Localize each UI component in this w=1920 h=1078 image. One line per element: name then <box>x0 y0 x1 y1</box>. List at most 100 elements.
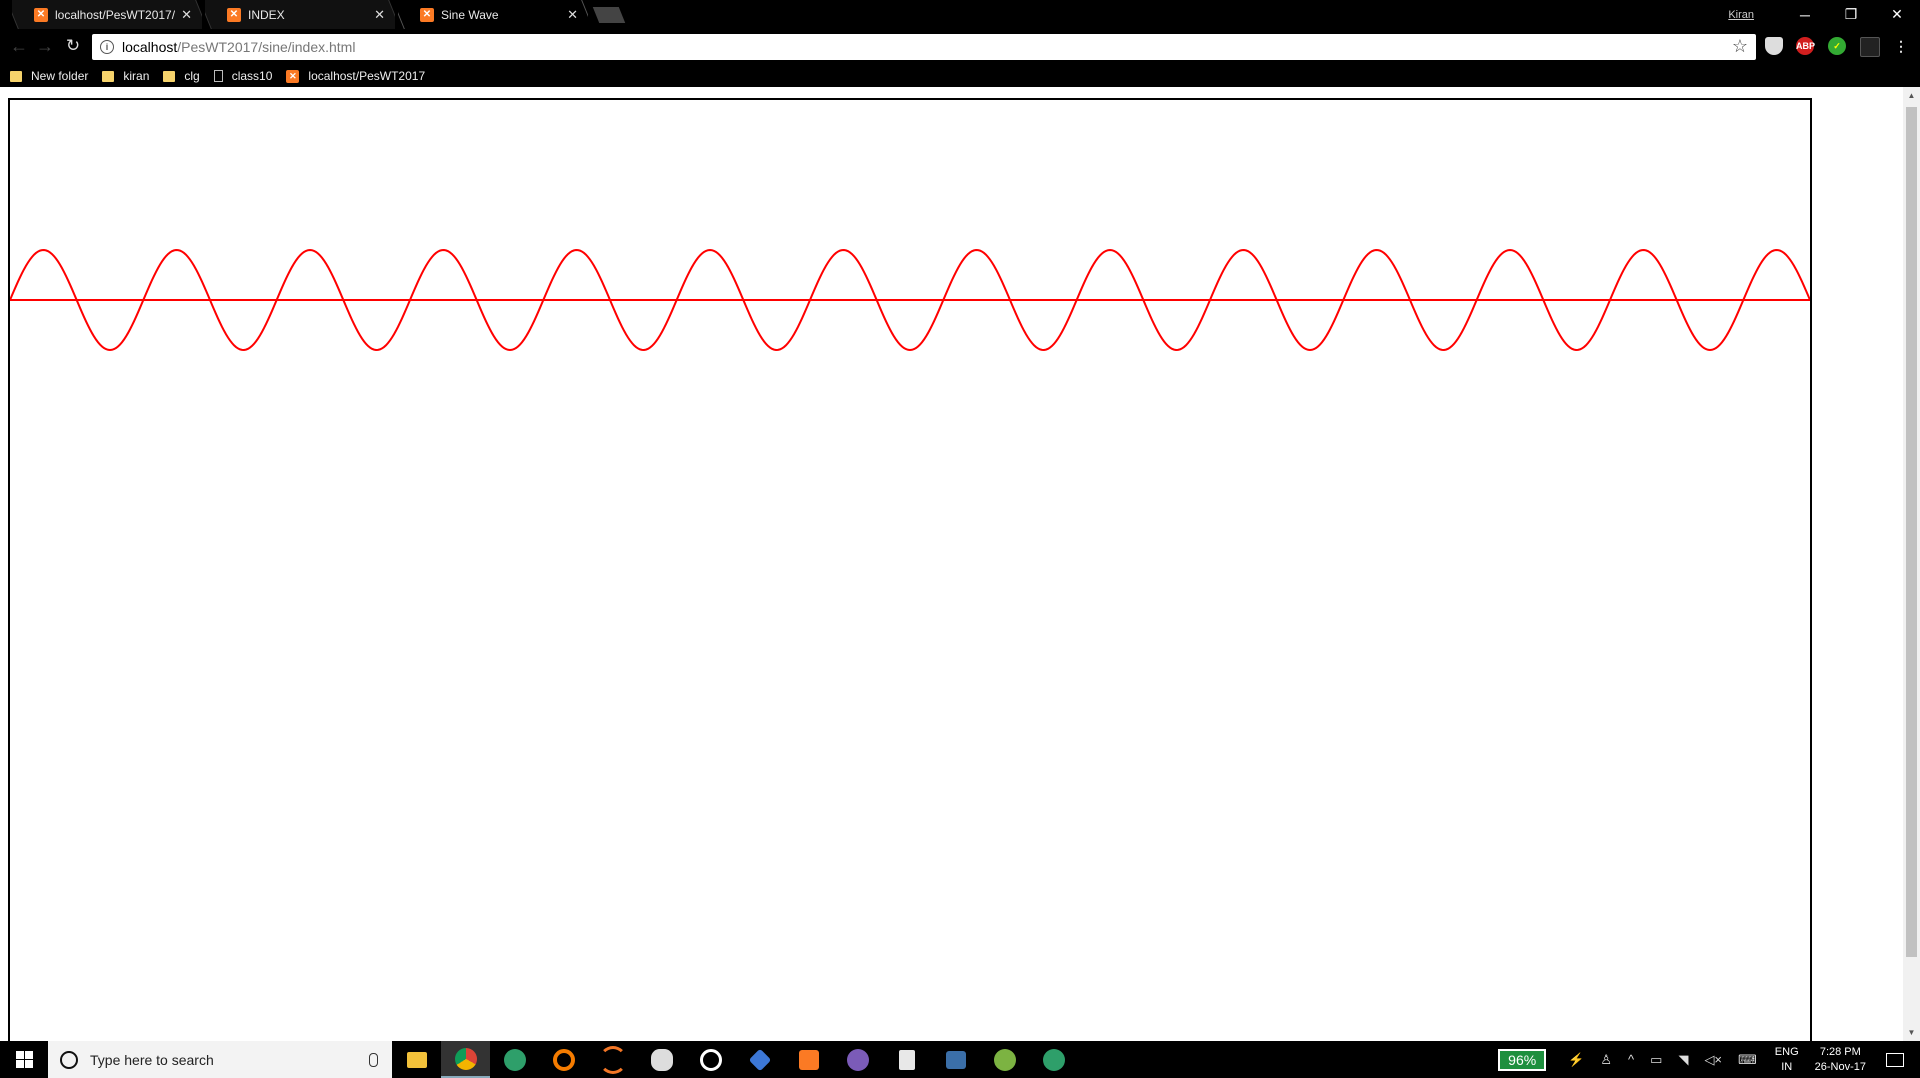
close-icon[interactable]: ✕ <box>374 7 385 23</box>
bookmark-localhost[interactable]: ✕ localhost/PesWT2017 <box>286 69 425 83</box>
taskbar-app-3[interactable] <box>588 1041 637 1078</box>
tab-title: Sine Wave <box>441 7 499 22</box>
bookmarks-bar: New folder kiran clg class10 ✕ localhost/… <box>0 65 1920 87</box>
minimize-icon[interactable]: ─ <box>1782 7 1828 23</box>
clock-date: 26-Nov-17 <box>1814 1060 1866 1073</box>
reload-icon[interactable]: ↻ <box>62 35 84 57</box>
tab-strip: ✕ localhost/PesWT2017/cla ✕ ✕ INDEX ✕ ✕ … <box>0 0 1920 29</box>
xampp-icon: ✕ <box>34 7 48 22</box>
page-viewport: ▲ ▼ <box>0 87 1920 1058</box>
menu-icon[interactable]: ⋮ <box>1892 37 1910 55</box>
notification-icon[interactable] <box>1886 1052 1904 1067</box>
taskbar-app-chrome[interactable] <box>441 1041 490 1078</box>
system-tray: 96% ⚡ ♙ ^ ▭ ◥ ◁× ⌨ ENG IN 7:28 PM 26-Nov… <box>1498 1041 1920 1078</box>
bookmark-new-folder[interactable]: New folder <box>10 69 88 83</box>
notepad-icon <box>898 1049 915 1070</box>
xampp-icon: ✕ <box>286 69 300 83</box>
chrome-icon <box>454 1047 477 1070</box>
abp-icon[interactable]: ABP <box>1796 37 1815 55</box>
folder-icon <box>163 70 176 82</box>
check-icon[interactable]: ✓ <box>1828 37 1846 55</box>
search-app-icon <box>552 1048 575 1071</box>
url-text: localhost/PesWT2017/sine/index.html <box>122 39 356 55</box>
git-icon <box>748 1048 771 1071</box>
taskbar-app-11[interactable] <box>980 1041 1029 1078</box>
jupyter-icon <box>598 1045 627 1074</box>
taskbar-app-10[interactable] <box>931 1041 980 1078</box>
plug-icon[interactable]: ⚡ <box>1568 1052 1584 1068</box>
taskbar-app-12[interactable] <box>1029 1041 1078 1078</box>
taskbar-search[interactable]: Type here to search <box>48 1041 392 1078</box>
app-icon <box>1042 1048 1065 1071</box>
tab-localhost[interactable]: ✕ localhost/PesWT2017/cla ✕ <box>12 0 202 29</box>
taskbar-app-9[interactable] <box>882 1041 931 1078</box>
scroll-thumb[interactable] <box>1906 107 1917 957</box>
bookmark-class10[interactable]: class10 <box>213 69 272 83</box>
taskbar-app-4[interactable] <box>637 1041 686 1078</box>
back-icon[interactable]: ← <box>8 35 30 57</box>
sine-wave-plot <box>9 248 1811 352</box>
folder-icon <box>102 70 115 82</box>
taskbar-app-1[interactable] <box>490 1041 539 1078</box>
lang-bottom: IN <box>1781 1060 1793 1073</box>
xampp-icon <box>798 1049 819 1070</box>
sine-canvas <box>8 98 1812 1058</box>
shield-icon[interactable] <box>1765 37 1783 55</box>
search-placeholder: Type here to search <box>90 1051 214 1068</box>
new-tab-button[interactable] <box>592 7 626 23</box>
window-controls: Kiran ─ ❐ ✕ <box>1728 0 1920 29</box>
file-explorer-icon <box>406 1051 427 1068</box>
battery-indicator[interactable]: 96% <box>1498 1048 1547 1071</box>
close-window-icon[interactable]: ✕ <box>1874 6 1920 23</box>
clock[interactable]: 7:28 PM 26-Nov-17 <box>1815 1045 1866 1075</box>
tab-sine-wave[interactable]: ✕ Sine Wave ✕ <box>398 0 588 29</box>
tab-title: INDEX <box>248 7 285 22</box>
profile-button[interactable]: Kiran <box>1728 9 1754 21</box>
taskbar-app-8[interactable] <box>833 1041 882 1078</box>
keyboard-icon[interactable]: ⌨ <box>1738 1052 1757 1068</box>
windows-taskbar: Type here to search 96% ⚡ ♙ ^ ▭ ◥ ◁× ⌨ E… <box>0 1041 1920 1078</box>
start-button[interactable] <box>0 1041 48 1078</box>
bookmark-kiran[interactable]: kiran <box>102 69 149 83</box>
clock-time: 7:28 PM <box>1819 1045 1861 1058</box>
taskbar-app-5[interactable] <box>686 1041 735 1078</box>
android-icon <box>993 1048 1016 1071</box>
page-icon <box>213 70 223 82</box>
bookmark-clg[interactable]: clg <box>163 69 200 83</box>
folder-icon <box>10 70 22 82</box>
wifi-icon[interactable]: ◥ <box>1678 1052 1688 1068</box>
address-bar[interactable]: i localhost/PesWT2017/sine/index.html ☆ <box>92 34 1756 60</box>
windows-icon <box>15 1051 33 1068</box>
info-icon[interactable]: i <box>100 40 114 54</box>
browser-toolbar: ← → ↻ i localhost/PesWT2017/sine/index.h… <box>0 29 1920 65</box>
scroll-down-icon[interactable]: ▼ <box>1903 1024 1920 1041</box>
lang-top: ENG <box>1774 1045 1799 1058</box>
cortana-icon <box>60 1050 78 1069</box>
media-icon <box>699 1048 722 1071</box>
app-icon <box>846 1048 869 1071</box>
xampp-icon: ✕ <box>420 7 434 22</box>
tab-title: localhost/PesWT2017/cla <box>55 7 176 22</box>
close-icon[interactable]: ✕ <box>181 7 192 23</box>
scroll-up-icon[interactable]: ▲ <box>1903 87 1920 104</box>
restore-icon[interactable]: ❐ <box>1828 6 1874 23</box>
taskbar-app-2[interactable] <box>539 1041 588 1078</box>
bookmark-star-icon[interactable]: ☆ <box>1732 36 1748 57</box>
tab-index[interactable]: ✕ INDEX ✕ <box>205 0 395 29</box>
chevron-up-icon[interactable]: ^ <box>1628 1052 1634 1067</box>
battery-icon[interactable]: ▭ <box>1650 1052 1662 1068</box>
taskbar-app-7[interactable] <box>784 1041 833 1078</box>
cast-icon[interactable] <box>1860 37 1880 57</box>
language-indicator[interactable]: ENG IN <box>1775 1045 1799 1075</box>
microphone-icon[interactable] <box>369 1052 378 1067</box>
vertical-scrollbar[interactable]: ▲ ▼ <box>1903 87 1920 1041</box>
close-icon[interactable]: ✕ <box>567 7 578 23</box>
paint-icon <box>650 1048 673 1071</box>
volume-icon[interactable]: ◁× <box>1704 1052 1722 1068</box>
taskbar-app-file-explorer[interactable] <box>392 1041 441 1078</box>
xampp-icon: ✕ <box>227 7 241 22</box>
forward-icon[interactable]: → <box>34 35 56 57</box>
people-icon[interactable]: ♙ <box>1600 1052 1612 1068</box>
taskbar-app-6[interactable] <box>735 1041 784 1078</box>
app-icon <box>503 1048 526 1071</box>
